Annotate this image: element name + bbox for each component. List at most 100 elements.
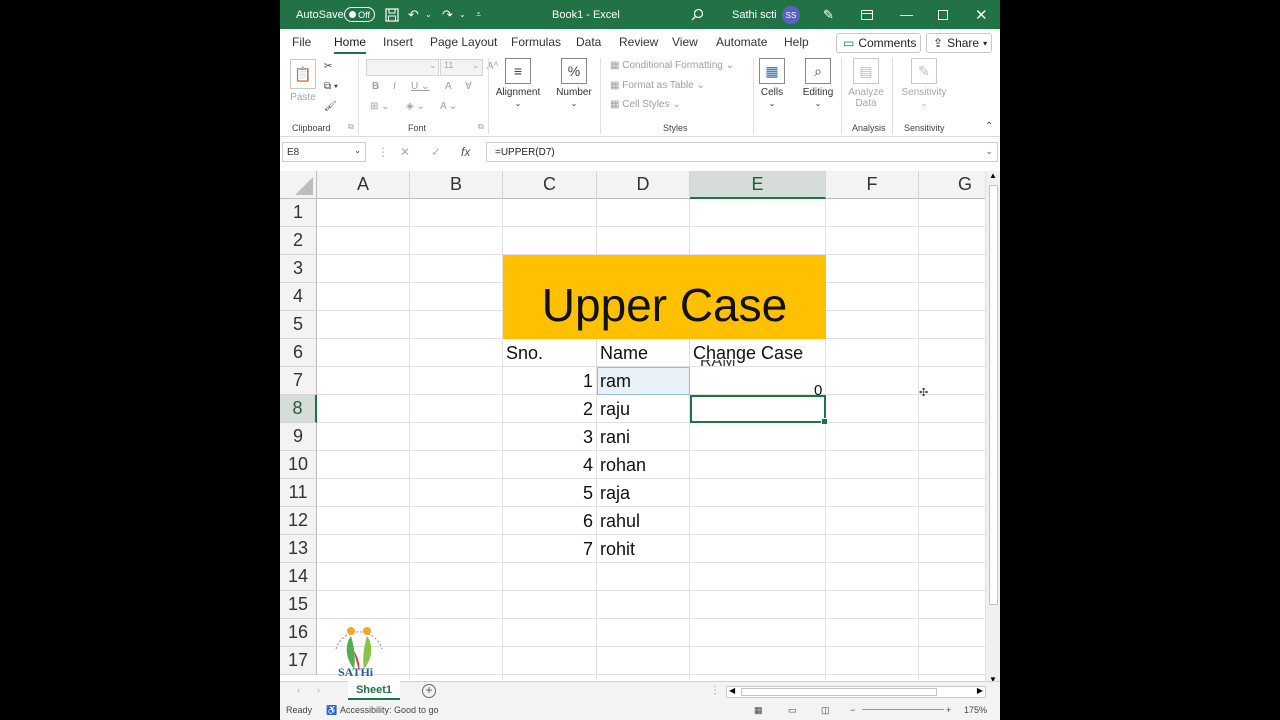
row-header-6[interactable]: 6 xyxy=(280,339,317,367)
column-header-d[interactable]: D xyxy=(597,171,690,199)
cancel-icon[interactable]: ✕ xyxy=(400,145,410,159)
cell-c9[interactable]: 3 xyxy=(503,423,597,451)
cell-d6[interactable]: Name xyxy=(597,339,690,367)
cell-c6[interactable]: Sno. xyxy=(503,339,597,367)
fill-color-icon[interactable]: ◈ ⌄ xyxy=(406,101,425,112)
cell-c10[interactable]: 4 xyxy=(503,451,597,479)
cell-d7[interactable]: ram xyxy=(597,367,690,395)
row-header-11[interactable]: 11 xyxy=(280,479,317,507)
cell-c8[interactable]: 2 xyxy=(503,395,597,423)
comments-button[interactable]: ▭ Comments xyxy=(836,33,921,53)
column-header-a[interactable]: A xyxy=(317,171,410,199)
vertical-scrollbar[interactable]: ▲ ▼ xyxy=(985,171,1000,684)
zoom-out-icon[interactable]: − xyxy=(850,705,855,715)
row-header-8[interactable]: 8 xyxy=(280,395,317,423)
avatar[interactable]: SS xyxy=(782,6,800,24)
page-layout-view-icon[interactable]: ▭ xyxy=(788,705,797,716)
ribbon-display-icon[interactable] xyxy=(861,0,873,29)
row-header-7[interactable]: 7 xyxy=(280,367,317,395)
column-header-e[interactable]: E xyxy=(690,171,826,199)
font-color-icon[interactable]: A ⌄ xyxy=(440,101,457,112)
add-sheet-icon[interactable]: + xyxy=(422,684,436,698)
redo-icon[interactable]: ↷ xyxy=(442,0,453,29)
tab-insert[interactable]: Insert xyxy=(383,35,413,49)
active-cell-e8[interactable] xyxy=(690,395,828,425)
alignment-button[interactable]: ≡ Alignment ⌄ xyxy=(493,58,543,109)
column-header-f[interactable]: F xyxy=(826,171,919,199)
select-all-button[interactable] xyxy=(280,171,317,199)
bold-icon[interactable]: B xyxy=(372,81,379,92)
cell-d12[interactable]: rahul xyxy=(597,507,690,535)
cell-c7[interactable]: 1 xyxy=(503,367,597,395)
number-button[interactable]: % Number ⌄ xyxy=(549,58,599,109)
row-header-10[interactable]: 10 xyxy=(280,451,317,479)
copy-icon[interactable]: ⧉ ▾ xyxy=(324,81,338,92)
italic-icon[interactable]: I xyxy=(393,81,396,92)
cell-d9[interactable]: rani xyxy=(597,423,690,451)
row-header-9[interactable]: 9 xyxy=(280,423,317,451)
row-header-16[interactable]: 16 xyxy=(280,619,317,647)
scroll-up-icon[interactable]: ▲ xyxy=(989,171,997,180)
cell-d11[interactable]: raja xyxy=(597,479,690,507)
cells-button[interactable]: ▦ Cells ⌄ xyxy=(758,58,786,109)
accessibility-status[interactable]: Accessibility: Good to go xyxy=(340,705,439,715)
row-header-15[interactable]: 15 xyxy=(280,591,317,619)
page-break-view-icon[interactable]: ◫ xyxy=(821,705,830,716)
format-painter-icon[interactable]: 🖌 xyxy=(324,101,337,112)
customize-toolbar-icon[interactable]: ⩡ xyxy=(476,0,481,29)
prev-sheet-icon[interactable]: ‹ xyxy=(297,685,300,695)
sensitivity-button[interactable]: ✎ Sensitivity ⌄ xyxy=(899,58,949,109)
cell-d10[interactable]: rohan xyxy=(597,451,690,479)
tab-automate[interactable]: Automate xyxy=(716,35,767,49)
close-icon[interactable]: ✕ xyxy=(975,0,988,29)
format-as-table-button[interactable]: ▦ Format as Table ⌄ xyxy=(610,80,705,91)
editing-button[interactable]: ⌕ Editing ⌄ xyxy=(801,58,835,109)
cell-d13[interactable]: rohit xyxy=(597,535,690,563)
tab-help[interactable]: Help xyxy=(784,35,809,49)
font-name-box[interactable]: ⌄ xyxy=(366,59,439,76)
row-header-13[interactable]: 13 xyxy=(280,535,317,563)
pen-icon[interactable]: ✎ xyxy=(823,0,834,29)
tab-home[interactable]: Home xyxy=(334,35,367,54)
zoom-level[interactable]: 175% xyxy=(964,705,987,715)
row-header-17[interactable]: 17 xyxy=(280,647,317,675)
normal-view-icon[interactable]: ▦ xyxy=(754,705,763,716)
name-box[interactable]: E8 ⌄ xyxy=(282,142,366,162)
row-header-3[interactable]: 3 xyxy=(280,255,317,283)
undo-dropdown-icon[interactable]: ⌄ xyxy=(425,0,432,29)
worksheet-grid[interactable]: A B C D E F G 1 2 3 4 5 6 7 8 9 10 11 12… xyxy=(280,171,985,679)
dialog-launcher-icon[interactable]: ⧉ xyxy=(348,122,354,132)
scroll-right-icon[interactable]: ▶ xyxy=(977,686,983,695)
horizontal-scrollbar[interactable]: ◀ ▶ xyxy=(726,686,986,698)
undo-icon[interactable]: ↶ xyxy=(408,0,419,29)
column-header-b[interactable]: B xyxy=(410,171,503,199)
search-icon[interactable] xyxy=(691,0,704,29)
tab-formulas[interactable]: Formulas xyxy=(511,35,561,49)
accessibility-icon[interactable]: ♿ xyxy=(326,705,337,716)
row-header-2[interactable]: 2 xyxy=(280,227,317,255)
insert-function-icon[interactable]: fx xyxy=(461,145,470,159)
text-direction-icon[interactable]: ꓯ xyxy=(465,81,472,92)
column-header-c[interactable]: C xyxy=(503,171,597,199)
cut-icon[interactable]: ✂ xyxy=(324,61,332,72)
tab-page-layout[interactable]: Page Layout xyxy=(430,35,497,49)
save-icon[interactable] xyxy=(385,0,399,29)
row-header-14[interactable]: 14 xyxy=(280,563,317,591)
conditional-formatting-button[interactable]: ▦ Conditional Formatting ⌄ xyxy=(610,60,734,71)
cell-c13[interactable]: 7 xyxy=(503,535,597,563)
cell-styles-button[interactable]: ▦ Cell Styles ⌄ xyxy=(610,99,681,110)
dialog-launcher-icon[interactable]: ⧉ xyxy=(478,122,484,132)
row-header-4[interactable]: 4 xyxy=(280,283,317,311)
column-header-g[interactable]: G xyxy=(919,171,985,199)
sheet-tab-sheet1[interactable]: Sheet1 xyxy=(348,681,400,700)
cell-c12[interactable]: 6 xyxy=(503,507,597,535)
tab-review[interactable]: Review xyxy=(619,35,658,49)
minimize-icon[interactable]: — xyxy=(900,0,913,29)
underline-icon[interactable]: U ⌄ xyxy=(411,81,429,92)
analyze-data-button[interactable]: ▤ Analyze Data xyxy=(845,58,887,109)
tab-file[interactable]: File xyxy=(292,35,311,49)
tab-data[interactable]: Data xyxy=(576,35,601,49)
enter-icon[interactable]: ✓ xyxy=(431,145,441,159)
autosave-toggle[interactable]: Off xyxy=(344,7,375,22)
expand-formula-icon[interactable]: ⌄ xyxy=(985,146,993,157)
